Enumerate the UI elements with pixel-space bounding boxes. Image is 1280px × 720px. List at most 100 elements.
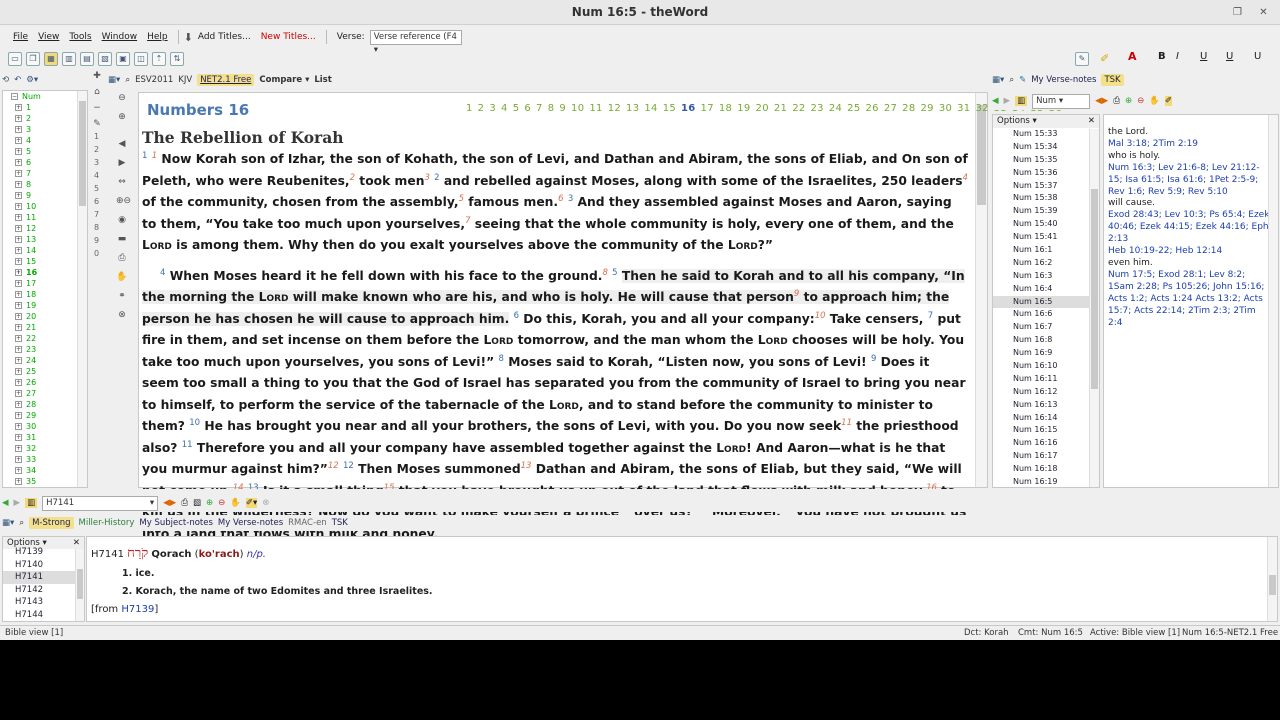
tsk-scrollbar[interactable] bbox=[1268, 115, 1278, 487]
chapter-link[interactable]: 3 bbox=[489, 103, 496, 114]
expand-icon[interactable]: + bbox=[15, 456, 22, 463]
options-icon[interactable]: ⚙▾ bbox=[26, 75, 38, 85]
expand-icon[interactable]: + bbox=[15, 467, 22, 474]
chapter-link[interactable]: 14 bbox=[644, 103, 657, 114]
verse-num[interactable]: 5 bbox=[612, 267, 617, 277]
forward-icon[interactable]: ⊕ bbox=[116, 111, 128, 123]
font-color-icon[interactable]: A bbox=[1128, 50, 1137, 63]
verse-list-item[interactable]: Num 16:9 bbox=[993, 347, 1099, 360]
tab-m-strong[interactable]: M-Strong bbox=[29, 517, 74, 529]
expand-icon[interactable]: + bbox=[15, 159, 22, 166]
verse-num[interactable]: 11 bbox=[182, 439, 193, 449]
expand-icon[interactable]: + bbox=[15, 203, 22, 210]
tree-scrollbar[interactable] bbox=[77, 91, 87, 487]
verse-list-item[interactable]: Num 15:40 bbox=[993, 218, 1099, 231]
verse-num[interactable]: 10 bbox=[189, 418, 200, 428]
verse-list-item[interactable]: Num 16:11 bbox=[993, 373, 1099, 386]
tab-verse-notes[interactable]: My Verse-notes bbox=[218, 518, 283, 528]
expand-icon[interactable]: + bbox=[15, 357, 22, 364]
expand-icon[interactable]: + bbox=[15, 269, 22, 276]
chapter-link[interactable]: 2 bbox=[478, 103, 485, 114]
chapter-link[interactable]: 4 bbox=[501, 103, 508, 114]
compare-button[interactable]: Compare ▾ bbox=[259, 75, 309, 85]
next-chapter-icon[interactable]: ▶ bbox=[116, 157, 128, 169]
expand-icon[interactable]: + bbox=[15, 214, 22, 221]
prev-next-icon[interactable]: ◀▶ bbox=[1095, 96, 1108, 106]
verse-list-item[interactable]: Num 16:2 bbox=[993, 257, 1099, 270]
search-icon[interactable]: ⌕ bbox=[19, 518, 24, 528]
expand-icon[interactable]: + bbox=[15, 478, 22, 485]
bookmark-icon[interactable]: ▧ bbox=[98, 52, 112, 66]
forward-arrow-icon[interactable]: ▶ bbox=[14, 498, 21, 508]
pin-icon[interactable]: ✎ bbox=[1075, 52, 1089, 66]
split-icon[interactable]: ◫ bbox=[134, 52, 148, 66]
verse-num[interactable]: 6 bbox=[514, 310, 519, 320]
verse-num[interactable]: 12 bbox=[343, 461, 354, 471]
copy-icon[interactable]: ❐ bbox=[26, 52, 40, 66]
verse-list-item[interactable]: Num 16:4 bbox=[993, 283, 1099, 296]
more-format-icon[interactable]: U bbox=[1254, 51, 1261, 62]
tab-rmac[interactable]: RMAC-en bbox=[288, 518, 327, 528]
chapter-link[interactable]: 31 bbox=[957, 103, 970, 114]
double-underline-icon[interactable]: U bbox=[1226, 51, 1233, 62]
expand-icon[interactable]: + bbox=[15, 335, 22, 342]
verse-list-item[interactable]: Num 15:39 bbox=[993, 205, 1099, 218]
search-icon[interactable]: ⌕ bbox=[125, 75, 130, 85]
verse-list-item[interactable]: Num 15:35 bbox=[993, 154, 1099, 167]
chapter-link[interactable]: 22 bbox=[792, 103, 805, 114]
entry-scrollbar[interactable] bbox=[75, 549, 84, 621]
bible-scrollbar[interactable] bbox=[975, 93, 987, 487]
expand-icon[interactable]: + bbox=[15, 280, 22, 287]
verse-list-item[interactable]: Num 16:15 bbox=[993, 424, 1099, 437]
verse-list-item[interactable]: Num 15:36 bbox=[993, 167, 1099, 180]
tsk-reference[interactable]: Exod 28:43; Lev 10:3; Ps 65:4; Ezek 40:4… bbox=[1108, 210, 1272, 246]
expand-icon[interactable]: + bbox=[15, 434, 22, 441]
book-icon[interactable]: ▥ bbox=[25, 498, 38, 508]
verse-list-item[interactable]: Num 16:12 bbox=[993, 386, 1099, 399]
zoom-out-icon[interactable]: ⊖ bbox=[1137, 96, 1144, 106]
fit-width-icon[interactable]: ⇔ bbox=[116, 176, 128, 188]
window-icon[interactable]: ▣ bbox=[116, 52, 130, 66]
expand-icon[interactable]: + bbox=[15, 445, 22, 452]
expand-icon[interactable]: + bbox=[15, 302, 22, 309]
menu-file[interactable]: File bbox=[8, 32, 33, 42]
expand-icon[interactable]: + bbox=[15, 390, 22, 397]
verse-list-item[interactable]: Num 16:19 bbox=[993, 476, 1099, 487]
entry-scroll-thumb[interactable] bbox=[77, 569, 83, 599]
panel-icon[interactable]: ▦▾ bbox=[2, 518, 14, 528]
chapter-link[interactable]: 7 bbox=[536, 103, 543, 114]
bold-icon[interactable]: B bbox=[1158, 51, 1166, 62]
add-titles-button[interactable]: Add Titles... bbox=[193, 32, 256, 42]
highlight-icon[interactable]: ✐ bbox=[1164, 96, 1172, 106]
zoom-in-icon[interactable]: ⊕ bbox=[206, 498, 213, 508]
verse-num[interactable]: 4 bbox=[160, 267, 165, 277]
bible-view-icon[interactable]: ▦▾ bbox=[108, 75, 120, 85]
tab-net-free[interactable]: NET2.1 Free bbox=[197, 74, 255, 86]
lexicon-lookup-input[interactable]: H7141 ▾ bbox=[42, 495, 159, 511]
search-icon[interactable]: ⌕ bbox=[1009, 75, 1014, 85]
verse-list-item[interactable]: Num 16:8 bbox=[993, 334, 1099, 347]
sync-up-icon[interactable]: ⇡ bbox=[152, 52, 166, 66]
verse-list-item[interactable]: Num 16:13 bbox=[993, 399, 1099, 412]
menu-tools[interactable]: Tools bbox=[64, 32, 96, 42]
chapter-link[interactable]: 21 bbox=[774, 103, 787, 114]
verse-scroll-thumb[interactable] bbox=[1091, 189, 1098, 389]
chapter-link[interactable]: 25 bbox=[847, 103, 860, 114]
hand-icon[interactable]: ✋ bbox=[230, 498, 241, 508]
chapter-link[interactable]: 13 bbox=[626, 103, 639, 114]
expand-icon[interactable]: + bbox=[15, 236, 22, 243]
home-icon[interactable]: ⌂ bbox=[91, 86, 103, 98]
highlight-icon[interactable]: ▦ bbox=[44, 52, 58, 66]
chapter-link[interactable]: 10 bbox=[571, 103, 584, 114]
italic-icon[interactable]: I bbox=[1176, 51, 1179, 62]
print-icon[interactable]: ⎙ bbox=[181, 498, 188, 508]
underline-icon[interactable]: U bbox=[1200, 51, 1207, 62]
chapter-link[interactable]: 24 bbox=[829, 103, 842, 114]
zoom-icon[interactable]: ⊕⊖ bbox=[116, 195, 131, 207]
dictionary-scroll-thumb[interactable] bbox=[1269, 575, 1276, 595]
expand-icon[interactable]: + bbox=[15, 346, 22, 353]
zoom-in-icon[interactable]: ⊕ bbox=[1125, 96, 1132, 106]
edit-icon[interactable]: ✎ bbox=[91, 118, 103, 130]
chapter-link[interactable]: 19 bbox=[737, 103, 750, 114]
expand-icon[interactable]: + bbox=[15, 401, 22, 408]
